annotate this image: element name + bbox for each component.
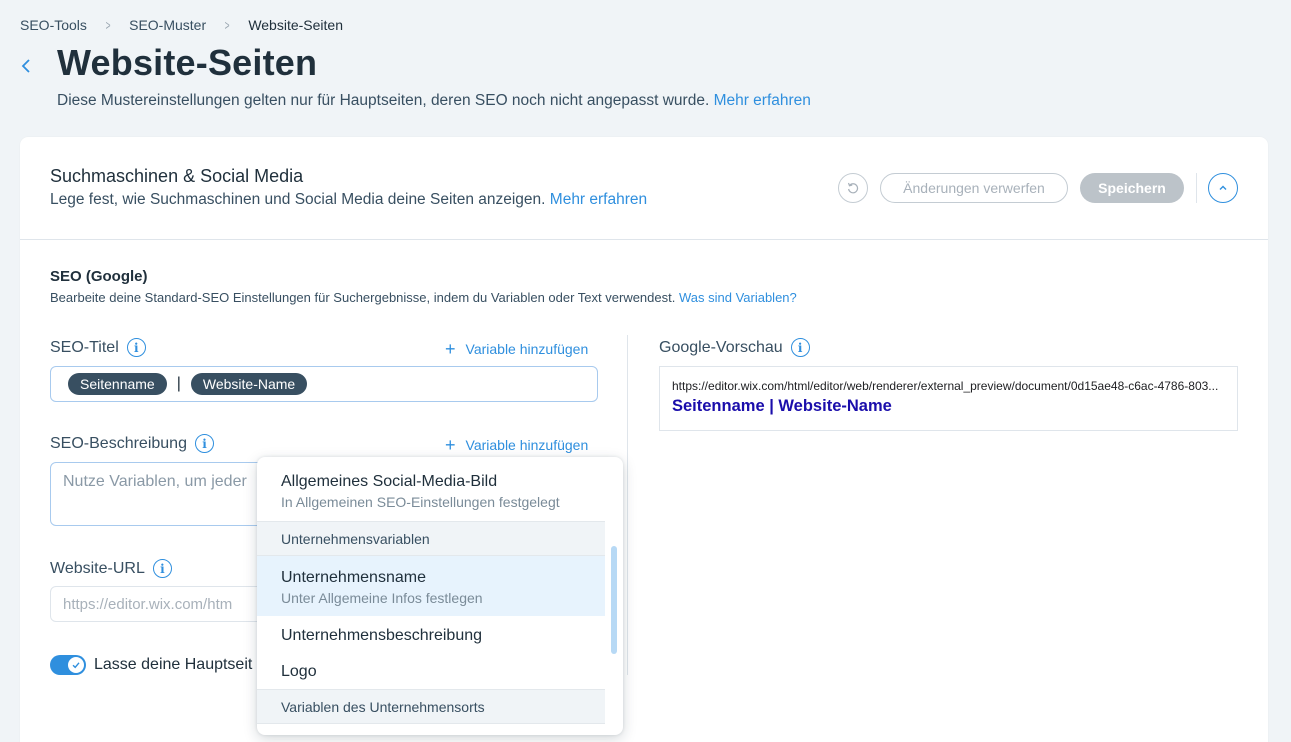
checkmark-icon — [72, 662, 80, 669]
index-toggle-label: Lasse deine Hauptseit — [94, 656, 253, 673]
chevron-up-icon — [1219, 185, 1227, 190]
dropdown-item-label: Logo — [281, 663, 317, 680]
dropdown-item-label: Allgemeines Social-Media-Bild — [281, 473, 498, 490]
dropdown-item-sublabel: Unter Allgemeine Infos festlegen — [281, 590, 483, 606]
info-icon[interactable]: i — [152, 559, 172, 578]
add-variable-label: Variable hinzufügen — [465, 341, 589, 357]
dropdown-section-location: Variablen des Unternehmensorts — [257, 689, 605, 724]
dropdown-item-social-image[interactable]: Allgemeines Social-Media-Bild In Allgeme… — [257, 473, 605, 510]
website-url-label: Website-URL i — [50, 559, 172, 578]
page-subtitle: Diese Mustereinstellungen gelten nur für… — [57, 92, 811, 110]
variable-chip-page-name[interactable]: Seitenname — [68, 373, 167, 395]
column-divider — [627, 335, 628, 675]
collapse-button[interactable] — [1208, 173, 1238, 203]
variable-chip-site-name[interactable]: Website-Name — [190, 373, 308, 395]
dropdown-item-company-name[interactable]: Unternehmensname Unter Allgemeine Infos … — [257, 556, 605, 616]
google-preview-label-text: Google-Vorschau — [659, 338, 783, 356]
title-separator: | — [176, 375, 181, 392]
breadcrumb-seo-tools[interactable]: SEO-Tools — [20, 17, 87, 33]
dropdown-item-label: Unternehmensname — [281, 569, 426, 586]
page-title: Website-Seiten — [57, 42, 318, 83]
page-subtitle-text: Diese Mustereinstellungen gelten nur für… — [57, 92, 710, 109]
dropdown-item-label: Unternehmensbeschreibung — [281, 627, 483, 644]
chevron-left-icon — [21, 59, 30, 73]
google-preview-title: Seitenname | Website-Name — [672, 397, 892, 415]
what-are-variables-link[interactable]: Was sind Variablen? — [679, 290, 797, 305]
seo-title-label: SEO-Titel i — [50, 338, 146, 357]
seo-title-input[interactable]: Seitenname | Website-Name — [50, 366, 598, 402]
back-button[interactable] — [19, 55, 37, 77]
info-icon[interactable]: i — [790, 338, 810, 357]
card-header: Suchmaschinen & Social Media Lege fest, … — [20, 137, 1268, 240]
seo-description-label: SEO-Beschreibung i — [50, 434, 214, 453]
seo-description-label-text: SEO-Beschreibung — [50, 434, 187, 452]
learn-more-link[interactable]: Mehr erfahren — [714, 92, 811, 109]
breadcrumb-current: Website-Seiten — [248, 17, 343, 33]
seo-section-title: SEO (Google) — [50, 268, 148, 285]
undo-icon — [847, 182, 859, 194]
dropdown-item-company-description[interactable]: Unternehmensbeschreibung — [257, 627, 605, 645]
save-button[interactable]: Speichern — [1080, 173, 1184, 203]
plus-icon: + — [445, 339, 456, 359]
toggle-knob — [68, 657, 84, 673]
card-learn-more-link[interactable]: Mehr erfahren — [550, 191, 647, 208]
seo-settings-card: Suchmaschinen & Social Media Lege fest, … — [20, 137, 1268, 742]
google-preview-url: https://editor.wix.com/html/editor/web/r… — [672, 379, 1219, 393]
undo-button[interactable] — [838, 173, 868, 203]
info-icon[interactable]: i — [126, 338, 146, 357]
chevron-right-icon: > — [105, 17, 111, 33]
info-icon[interactable]: i — [194, 434, 214, 453]
seo-section-subtitle-text: Bearbeite deine Standard-SEO Einstellung… — [50, 290, 676, 305]
dropdown-section-company: Unternehmensvariablen — [257, 521, 605, 556]
discard-changes-button[interactable]: Änderungen verwerfen — [880, 173, 1068, 203]
google-preview-label: Google-Vorschau i — [659, 338, 810, 357]
card-subtitle: Lege fest, wie Suchmaschinen und Social … — [50, 191, 647, 209]
index-toggle[interactable] — [50, 655, 86, 675]
plus-icon: + — [445, 435, 456, 455]
dropdown-item-logo[interactable]: Logo — [257, 663, 605, 681]
chevron-right-icon: > — [224, 17, 230, 33]
seo-title-label-text: SEO-Titel — [50, 338, 119, 356]
variables-dropdown[interactable]: Allgemeines Social-Media-Bild In Allgeme… — [257, 457, 623, 735]
card-title: Suchmaschinen & Social Media — [50, 166, 304, 186]
breadcrumb-seo-muster[interactable]: SEO-Muster — [129, 17, 206, 33]
seo-section-subtitle: Bearbeite deine Standard-SEO Einstellung… — [50, 290, 797, 305]
add-variable-title-button[interactable]: + Variable hinzufügen — [445, 340, 588, 358]
add-variable-label: Variable hinzufügen — [465, 437, 589, 453]
dropdown-scrollbar[interactable] — [611, 546, 617, 654]
google-preview-box: https://editor.wix.com/html/editor/web/r… — [659, 366, 1238, 431]
card-subtitle-text: Lege fest, wie Suchmaschinen und Social … — [50, 191, 546, 208]
add-variable-description-button[interactable]: + Variable hinzufügen — [445, 436, 588, 454]
divider — [1196, 173, 1197, 203]
website-url-label-text: Website-URL — [50, 559, 145, 577]
breadcrumb: SEO-Tools > SEO-Muster > Website-Seiten — [20, 17, 343, 33]
dropdown-item-sublabel: In Allgemeinen SEO-Einstellungen festgel… — [281, 494, 560, 510]
